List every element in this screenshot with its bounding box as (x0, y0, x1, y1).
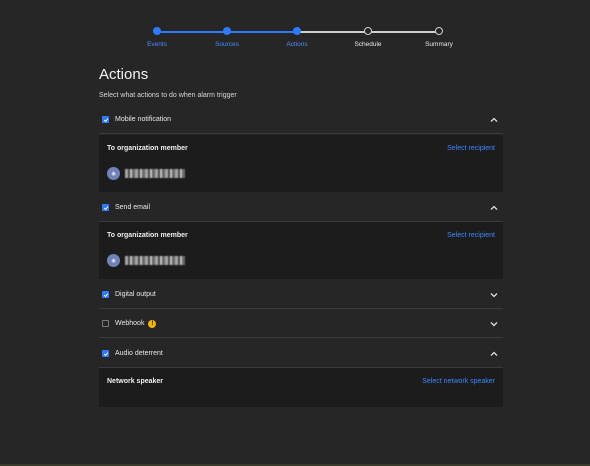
select-network-speaker-link[interactable]: Select network speaker (422, 378, 495, 385)
mobile-notification-checkbox[interactable] (102, 116, 109, 123)
mobile-recipient-panel: To organization member Select recipient … (99, 135, 503, 192)
step-summary[interactable]: Summary (399, 26, 479, 48)
check-icon (103, 205, 108, 210)
panel-title: Network speaker (107, 378, 164, 385)
step-schedule[interactable]: Schedule (328, 26, 408, 48)
step-dot-todo (435, 27, 443, 35)
action-label: Webhook (115, 320, 145, 327)
step-dot-done (153, 27, 161, 35)
step-actions[interactable]: Actions (257, 26, 337, 48)
redacted-member-name (125, 256, 185, 265)
chevron-down-icon[interactable] (489, 319, 499, 329)
avatar: ◉ (107, 167, 120, 180)
step-events[interactable]: Events (117, 26, 197, 48)
check-icon (103, 351, 108, 356)
page-title: Actions (99, 66, 149, 83)
send-email-checkbox[interactable] (102, 204, 109, 211)
action-label: Send email (115, 204, 151, 211)
select-recipient-link[interactable]: Select recipient (447, 232, 495, 239)
step-label: Events (147, 41, 167, 48)
select-recipient-link[interactable]: Select recipient (447, 145, 495, 152)
action-label: Digital output (115, 291, 156, 298)
warning-icon[interactable]: ! (148, 319, 157, 328)
step-label: Sources (215, 41, 239, 48)
wizard-stepper: Events Sources Actions Schedule Summary (0, 26, 590, 56)
step-dot-done (223, 27, 231, 35)
chevron-up-icon[interactable] (489, 115, 499, 125)
action-row-mobile-notification[interactable]: Mobile notification (99, 106, 503, 134)
webhook-checkbox[interactable] (102, 320, 109, 327)
step-dot-done (293, 27, 301, 35)
step-label: Schedule (354, 41, 382, 48)
panel-title: To organization member (107, 232, 188, 239)
step-label: Actions (286, 41, 308, 48)
chevron-down-icon[interactable] (489, 290, 499, 300)
check-icon (103, 292, 108, 297)
check-icon (103, 117, 108, 122)
audio-deterrent-checkbox[interactable] (102, 350, 109, 357)
email-recipient-panel: To organization member Select recipient … (99, 222, 503, 279)
digital-output-checkbox[interactable] (102, 291, 109, 298)
page-subtitle: Select what actions to do when alarm tri… (99, 92, 237, 99)
chevron-up-icon[interactable] (489, 349, 499, 359)
redacted-member-name (125, 169, 185, 178)
chevron-up-icon[interactable] (489, 203, 499, 213)
action-row-digital-output[interactable]: Digital output (99, 281, 503, 309)
action-row-webhook[interactable]: Webhook ! (99, 310, 503, 338)
step-sources[interactable]: Sources (187, 26, 267, 48)
panel-title: To organization member (107, 145, 188, 152)
action-label: Mobile notification (115, 116, 172, 123)
action-label: Audio deterrent (115, 350, 163, 357)
network-speaker-panel: Network speaker Select network speaker (99, 368, 503, 407)
action-row-audio-deterrent[interactable]: Audio deterrent (99, 340, 503, 368)
action-row-send-email[interactable]: Send email (99, 194, 503, 222)
step-dot-todo (364, 27, 372, 35)
avatar: ◉ (107, 254, 120, 267)
step-label: Summary (425, 41, 453, 48)
